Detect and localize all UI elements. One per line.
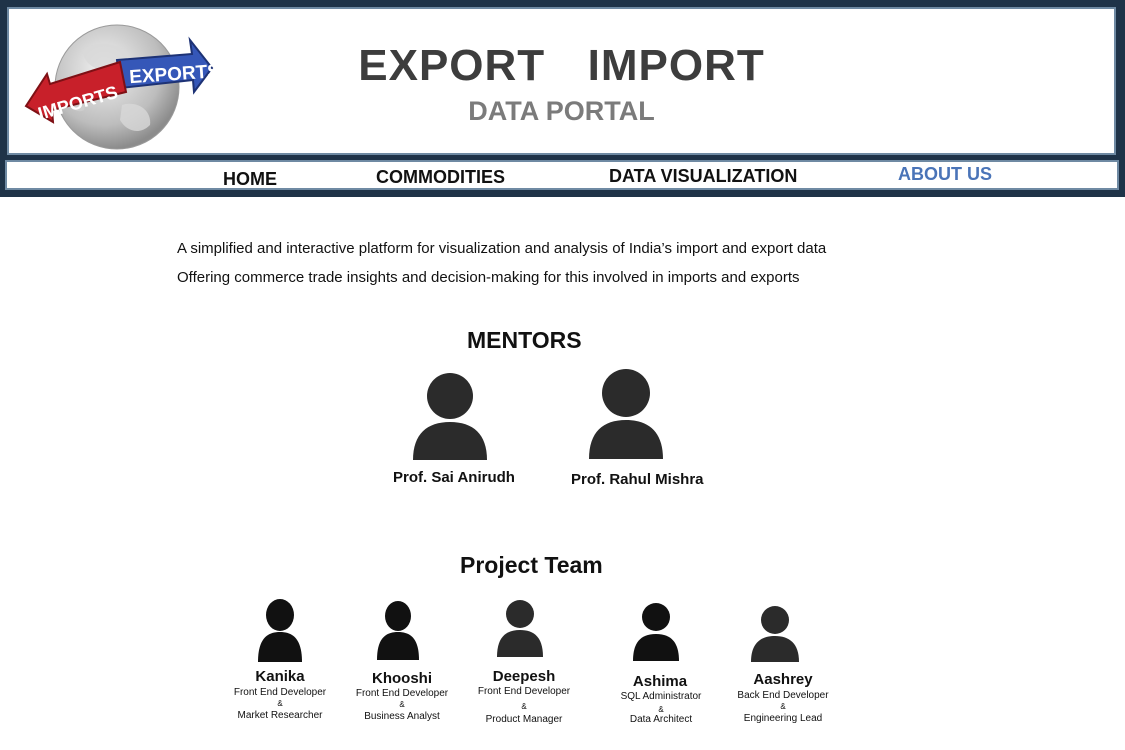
- person-icon: [377, 601, 419, 660]
- member-role-secondary: Business Analyst: [364, 711, 440, 722]
- team-heading: Project Team: [460, 552, 603, 578]
- nav-data-visualization[interactable]: DATA VISUALIZATION: [609, 166, 797, 187]
- page-title: EXPORT IMPORT: [358, 41, 765, 90]
- member-name: Khooshi: [372, 670, 432, 687]
- person-icon: [751, 606, 799, 662]
- person-icon: [413, 373, 487, 460]
- member-role-secondary: Product Manager: [485, 714, 563, 725]
- intro-line-1: A simplified and interactive platform fo…: [177, 240, 827, 257]
- nav-commodities[interactable]: COMMODITIES: [376, 167, 505, 188]
- person-icon: [258, 599, 302, 662]
- role-ampersand: &: [399, 700, 405, 709]
- role-ampersand: &: [277, 699, 283, 708]
- member-role-secondary: Data Architect: [629, 714, 693, 725]
- member-name: Ashima: [632, 673, 688, 690]
- member-role-primary: SQL Administrator: [620, 691, 702, 702]
- person-icon: [633, 603, 679, 661]
- mentors-heading: MENTORS: [467, 327, 582, 353]
- member-name: Deepesh: [492, 668, 556, 685]
- role-ampersand: &: [521, 702, 527, 711]
- nav-home[interactable]: HOME: [223, 169, 277, 190]
- member-role-primary: Front End Developer: [355, 688, 449, 699]
- mentor-name: Prof. Rahul Mishra: [571, 471, 704, 488]
- member-name: Kanika: [255, 668, 305, 685]
- member-role-primary: Back End Developer: [737, 690, 829, 701]
- member-role-secondary: Market Researcher: [237, 710, 323, 721]
- member-role-primary: Front End Developer: [477, 686, 571, 697]
- mentor-name: Prof. Sai Anirudh: [393, 469, 515, 486]
- nav-about-us[interactable]: ABOUT US: [898, 164, 992, 185]
- member-role-secondary: Engineering Lead: [743, 713, 823, 724]
- person-icon: [497, 600, 543, 657]
- nav-bar: HOME COMMODITIES DATA VISUALIZATION ABOU…: [5, 160, 1119, 190]
- person-icon: [589, 369, 663, 459]
- role-ampersand: &: [780, 702, 786, 711]
- member-role-primary: Front End Developer: [233, 687, 327, 698]
- member-name: Aashrey: [753, 671, 813, 688]
- page-subtitle: DATA PORTAL: [468, 96, 655, 126]
- intro-line-2: Offering commerce trade insights and dec…: [177, 269, 800, 286]
- role-ampersand: &: [658, 705, 664, 714]
